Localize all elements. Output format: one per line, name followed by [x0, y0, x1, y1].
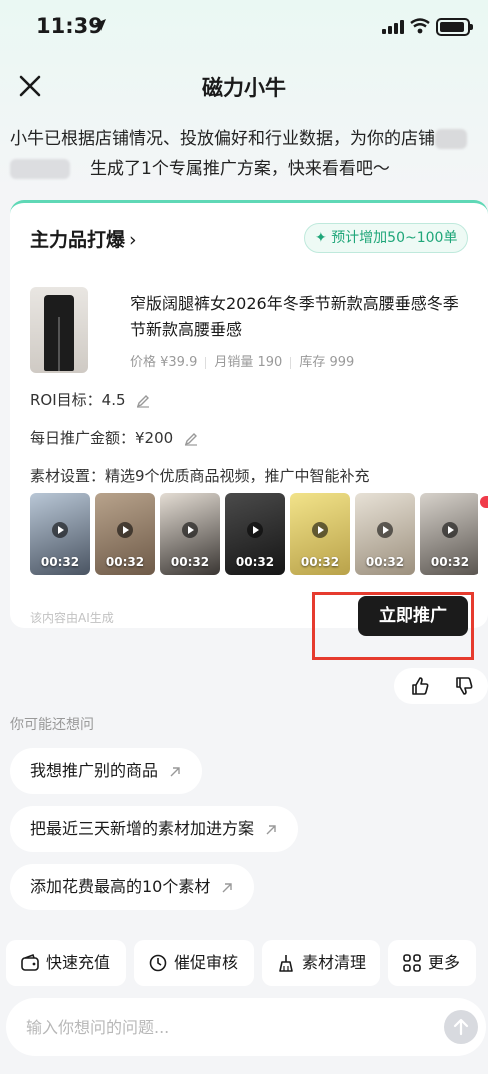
product-meta: 价格 ¥39.9 月销量 190 库存 999	[130, 351, 354, 370]
plan-card: 主力品打爆 › ✦ 预计增加50~100单 窄版阔腿裤女2026年冬季节新款高腰垂…	[10, 200, 488, 628]
suggestions-title: 你可能还想问	[10, 717, 94, 733]
forecast-badge: ✦ 预计增加50~100单	[304, 223, 469, 253]
play-icon	[182, 522, 198, 538]
play-icon	[377, 522, 393, 538]
notification-dot	[480, 496, 488, 508]
edit-icon[interactable]	[136, 394, 150, 408]
tool-label: 快速充值	[46, 953, 111, 972]
edit-icon[interactable]	[184, 432, 198, 446]
arrow-up-right-icon	[266, 824, 276, 834]
suggestion-label: 把最近三天新增的素材加进方案	[30, 819, 255, 838]
daily-budget: 每日推广金额：¥200	[30, 429, 174, 447]
video-thumbnails: 00:32 00:32 00:32 00:32 00:32 00:32 00:3…	[30, 493, 478, 575]
chevron-right-icon: ›	[129, 229, 137, 251]
play-icon	[52, 522, 68, 538]
material-cleanup-button[interactable]: 素材清理	[262, 940, 380, 986]
material-setting: 素材设置：精选9个优质商品视频，推广中智能补充	[30, 467, 370, 485]
roi-target: ROI目标：4.5	[30, 391, 126, 409]
question-input[interactable]	[26, 1012, 426, 1042]
video-thumb[interactable]: 00:32	[290, 493, 350, 575]
suggestion-label: 添加花费最高的10个素材	[30, 877, 211, 896]
page-title: 磁力小牛	[202, 76, 286, 100]
video-thumb[interactable]: 00:32	[30, 493, 90, 575]
play-icon	[442, 522, 458, 538]
thumbs-down-icon[interactable]	[454, 676, 474, 696]
video-thumb[interactable]: 00:32	[225, 493, 285, 575]
arrow-up-right-icon	[222, 882, 233, 892]
urge-review-button[interactable]: 催促审核	[134, 940, 254, 986]
suggestion-chip[interactable]: 把最近三天新增的素材加进方案	[10, 806, 299, 852]
arrow-up-icon	[453, 1018, 469, 1036]
product-title: 窄版阔腿裤女2026年冬季节新款高腰垂感冬季节新款高腰垂感	[130, 294, 459, 339]
intro-message: 小牛已根据店铺情况、投放偏好和行业数据，为你的店铺 生成了1个专属推广方案，快来…	[10, 124, 478, 184]
video-thumb[interactable]: 00:32	[95, 493, 155, 575]
plan-heading[interactable]: 主力品打爆 ›	[30, 225, 137, 252]
grid-icon	[403, 954, 421, 972]
product-sales: 月销量 190	[214, 355, 283, 370]
status-bar: 11:39	[0, 0, 488, 56]
wallet-icon	[21, 953, 39, 971]
location-arrow-icon	[94, 19, 106, 31]
wifi-icon	[410, 18, 430, 34]
suggestion-chip[interactable]: 我想推广别的商品	[10, 748, 203, 794]
chat-input-bar	[6, 998, 486, 1056]
ai-generated-note: 该内容由AI生成	[30, 611, 114, 625]
product-stock: 库存 999	[299, 355, 355, 370]
intro-line1: 小牛已根据店铺情况、投放偏好和行业数据，为你的店铺	[10, 129, 435, 149]
video-thumb[interactable]: 00:32	[420, 493, 478, 575]
product-price: 价格 ¥39.9	[130, 355, 198, 370]
plan-heading-label: 主力品打爆	[30, 229, 126, 251]
budget-row[interactable]: 每日推广金额：¥200	[30, 427, 198, 448]
blurred-shop-name	[10, 159, 70, 179]
tool-label: 素材清理	[302, 953, 367, 972]
play-icon	[117, 522, 133, 538]
product-image[interactable]	[30, 287, 88, 373]
play-icon	[312, 522, 328, 538]
send-button[interactable]	[444, 1010, 478, 1044]
nav-bar: 磁力小牛	[0, 60, 488, 112]
signal-icon	[382, 20, 404, 34]
play-icon	[247, 522, 263, 538]
battery-icon	[436, 18, 473, 36]
highlight-box	[312, 592, 474, 660]
roi-row[interactable]: ROI目标：4.5	[30, 389, 150, 410]
video-thumb[interactable]: 00:32	[355, 493, 415, 575]
arrow-up-right-icon	[170, 766, 180, 776]
suggestion-chip[interactable]: 添加花费最高的10个素材	[10, 864, 255, 910]
thumbs-up-icon[interactable]	[410, 676, 430, 696]
quick-recharge-button[interactable]: 快速充值	[6, 940, 126, 986]
clock-icon	[149, 954, 167, 972]
suggestion-label: 我想推广别的商品	[30, 761, 159, 780]
tool-label: 催促审核	[174, 953, 239, 972]
video-thumb[interactable]: 00:32	[160, 493, 220, 575]
intro-line2: 生成了1个专属推广方案，快来看看吧～	[90, 159, 390, 179]
blurred-shop-name	[435, 129, 467, 149]
feedback-bar	[394, 668, 488, 704]
broom-icon	[279, 955, 293, 972]
tool-label: 更多	[428, 953, 461, 972]
more-button[interactable]: 更多	[388, 940, 476, 986]
forecast-badge-label: 预计增加50~100单	[331, 230, 458, 246]
